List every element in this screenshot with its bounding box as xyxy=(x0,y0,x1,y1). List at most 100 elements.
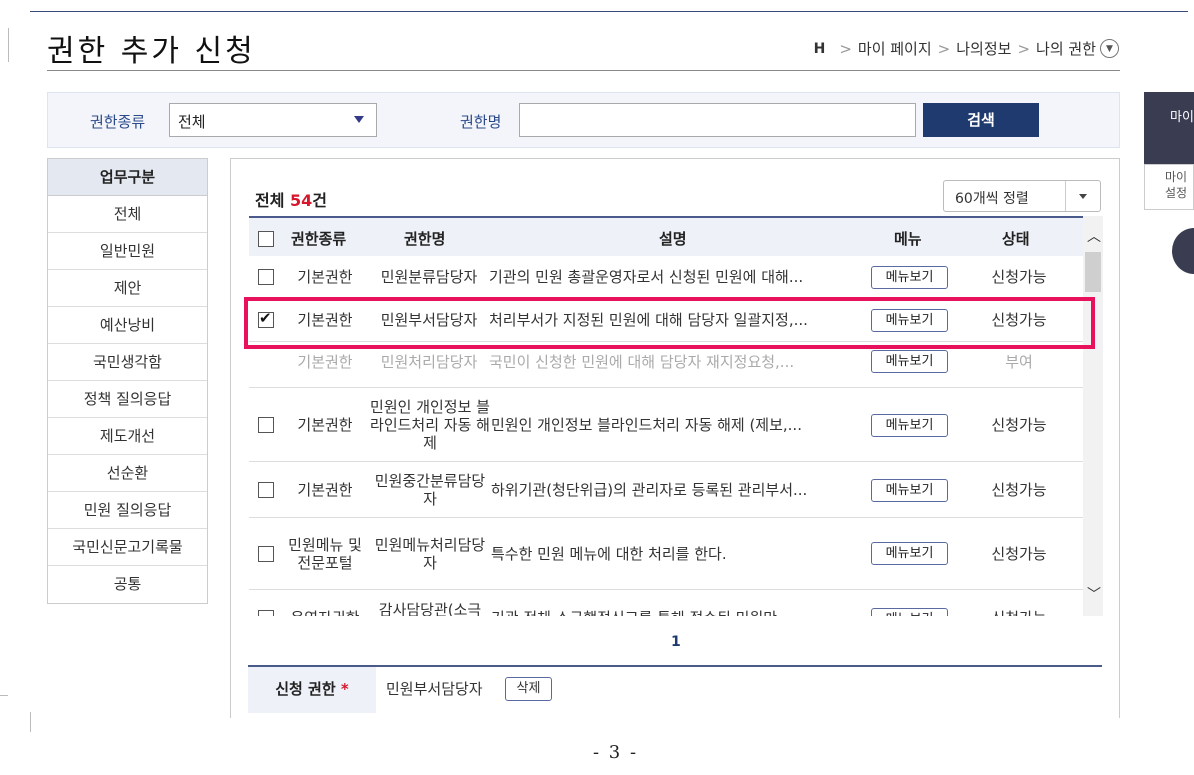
category-item[interactable]: 민원 질의응답 xyxy=(48,492,207,529)
row-name: 민원중간분류담당자 xyxy=(374,472,486,508)
sort-select[interactable]: 60개씩 정렬 xyxy=(943,180,1101,212)
table-row: 기본권한 민원분류담당자 기관의 민원 총괄운영자로서 신청된 민원에 대해..… xyxy=(249,256,1083,298)
name-input[interactable] xyxy=(519,103,916,137)
title-divider xyxy=(47,70,1120,71)
row-name: 민원인 개인정보 블라인드처리 자동 해제 xyxy=(370,398,490,452)
category-item[interactable]: 제도개선 xyxy=(48,418,207,455)
row-type: 운영자권한 xyxy=(285,598,365,616)
breadcrumb-separator-icon: > xyxy=(937,39,951,58)
row-type: 기본권한 xyxy=(297,268,353,286)
side-quick-menu[interactable]: 마이 xyxy=(1144,92,1194,164)
row-status: 신청가능 xyxy=(991,416,1047,434)
search-button[interactable]: 검색 xyxy=(923,103,1039,137)
margin-mark xyxy=(0,695,8,696)
top-rule xyxy=(30,11,1188,12)
page-title: 권한 추가 신청 xyxy=(47,34,256,69)
type-select[interactable]: 전체 xyxy=(169,103,377,137)
apply-label: 신청 권한 * xyxy=(248,667,376,713)
authority-list-panel: 전체 54건 60개씩 정렬 권한종류 권한명 설명 메뉴 상태 기본권한 민원… xyxy=(230,158,1120,718)
menu-view-button[interactable]: 메뉴보기 xyxy=(871,608,948,616)
page-number: - 3 - xyxy=(593,742,639,763)
table-header: 권한종류 권한명 설명 메뉴 상태 xyxy=(249,216,1083,256)
row-desc: 특수한 민원 메뉴에 대한 처리를 한다. xyxy=(491,545,727,563)
table-row: 기본권한 민원인 개인정보 블라인드처리 자동 해제 민원인 개인정보 블라인드… xyxy=(249,388,1083,462)
dropdown-arrow-icon xyxy=(1079,194,1087,199)
row-checkbox[interactable] xyxy=(258,546,274,562)
search-panel: 권한종류 전체 권한명 검색 xyxy=(47,92,1120,148)
row-type: 기본권한 xyxy=(297,416,353,434)
category-item[interactable]: 일반민원 xyxy=(48,233,207,270)
authority-table: 권한종류 권한명 설명 메뉴 상태 기본권한 민원분류담당자 기관의 민원 총괄… xyxy=(249,216,1103,616)
row-desc: 기관의 민원 총괄운영자로서 신청된 민원에 대해... xyxy=(489,268,804,286)
category-item[interactable]: 국민신문고기록물 xyxy=(48,529,207,566)
menu-view-button[interactable]: 메뉴보기 xyxy=(871,350,948,373)
selected-row-highlight xyxy=(244,297,1095,349)
margin-mark xyxy=(8,28,9,62)
menu-view-button[interactable]: 메뉴보기 xyxy=(871,542,948,565)
total-count: 전체 54건 xyxy=(255,187,327,211)
delete-button[interactable]: 삭제 xyxy=(505,677,552,701)
select-all-checkbox[interactable] xyxy=(258,231,274,247)
row-name: 민원메뉴처리담당자 xyxy=(374,536,486,572)
category-header: 업무구분 xyxy=(48,159,207,196)
row-checkbox[interactable] xyxy=(258,610,274,616)
row-type: 기본권한 xyxy=(297,481,353,499)
breadcrumb-separator-icon: > xyxy=(1017,39,1031,58)
total-suffix: 건 xyxy=(312,191,328,210)
apply-value: 민원부서담당자 xyxy=(386,680,483,698)
category-list: 업무구분 전체 일반민원 제안 예산낭비 국민생각함 정책 질의응답 제도개선 … xyxy=(47,158,208,604)
table-scrollbar[interactable]: ︿ ﹀ xyxy=(1083,216,1103,616)
breadcrumb-separator-icon: > xyxy=(839,39,852,58)
table-row: 기본권한 민원중간분류담당자 하위기관(청단위급)의 관리자로 등록된 관리부서… xyxy=(249,462,1083,518)
col-name: 권한명 xyxy=(404,230,446,248)
breadcrumb-item-myauth[interactable]: 나의 권한 xyxy=(1036,38,1096,59)
breadcrumb-item-myinfo[interactable]: 나의정보 xyxy=(956,38,1011,59)
row-checkbox[interactable] xyxy=(258,417,274,433)
pagination-current[interactable]: 1 xyxy=(671,634,681,650)
category-item[interactable]: 전체 xyxy=(48,196,207,233)
row-checkbox[interactable] xyxy=(258,269,274,285)
category-item[interactable]: 국민생각함 xyxy=(48,344,207,381)
row-name: 감사담당관(소극 xyxy=(378,601,482,616)
name-label: 권한명 xyxy=(460,113,502,131)
category-item[interactable]: 제안 xyxy=(48,270,207,307)
scroll-up-icon[interactable]: ︿ xyxy=(1087,226,1101,246)
side-circle-button[interactable] xyxy=(1172,228,1194,274)
sort-value: 60개씩 정렬 xyxy=(955,191,1029,207)
row-desc: 민원인 개인정보 블라인드처리 자동 해제 (제보,... xyxy=(491,416,802,434)
row-desc: 하위기관(청단위급)의 관리자로 등록된 관리부서... xyxy=(491,481,808,499)
row-status: 신청가능 xyxy=(991,481,1047,499)
menu-view-button[interactable]: 메뉴보기 xyxy=(871,266,948,289)
side-settings[interactable]: 마이 설정 xyxy=(1144,164,1194,210)
chevron-down-icon[interactable]: ▼ xyxy=(1100,39,1119,58)
col-menu: 메뉴 xyxy=(894,230,922,248)
total-number: 54 xyxy=(290,191,313,210)
breadcrumb-home[interactable]: H xyxy=(814,41,826,57)
side-sub2: 설정 xyxy=(1165,185,1188,200)
table-row: 운영자권한 감사담당관(소극 기관 전체 소극행정신고를 통해 접수된 민원만 … xyxy=(249,590,1083,616)
col-status: 상태 xyxy=(1002,230,1030,248)
menu-view-button[interactable]: 메뉴보기 xyxy=(871,414,948,437)
margin-mark xyxy=(30,712,31,732)
row-desc: 기관 전체 소극행정신고를 통해 접수된 민원만 xyxy=(491,598,864,616)
category-item[interactable]: 정책 질의응답 xyxy=(48,381,207,418)
table-row: 민원메뉴 및 전문포털 민원메뉴처리담당자 특수한 민원 메뉴에 대한 처리를 … xyxy=(249,518,1083,590)
category-item[interactable]: 예산낭비 xyxy=(48,307,207,344)
apply-label-text: 신청 권한 xyxy=(275,680,336,698)
row-checkbox[interactable] xyxy=(258,482,274,498)
row-status: 신청가능 xyxy=(969,598,1069,616)
category-item[interactable]: 선순환 xyxy=(48,455,207,492)
required-mark: * xyxy=(340,680,349,698)
breadcrumb-item-mypage[interactable]: 마이 페이지 xyxy=(858,38,932,59)
menu-view-button[interactable]: 메뉴보기 xyxy=(871,479,948,502)
scrollbar-thumb[interactable] xyxy=(1085,252,1101,292)
sort-divider xyxy=(1065,181,1066,211)
type-select-value: 전체 xyxy=(178,113,206,131)
category-item[interactable]: 공통 xyxy=(48,566,207,603)
row-status: 신청가능 xyxy=(991,545,1047,563)
col-type: 권한종류 xyxy=(291,230,347,248)
side-sub1: 마이 xyxy=(1165,170,1188,184)
total-prefix: 전체 xyxy=(255,191,291,210)
row-status: 신청가능 xyxy=(991,268,1047,286)
scroll-down-icon[interactable]: ﹀ xyxy=(1087,584,1101,604)
